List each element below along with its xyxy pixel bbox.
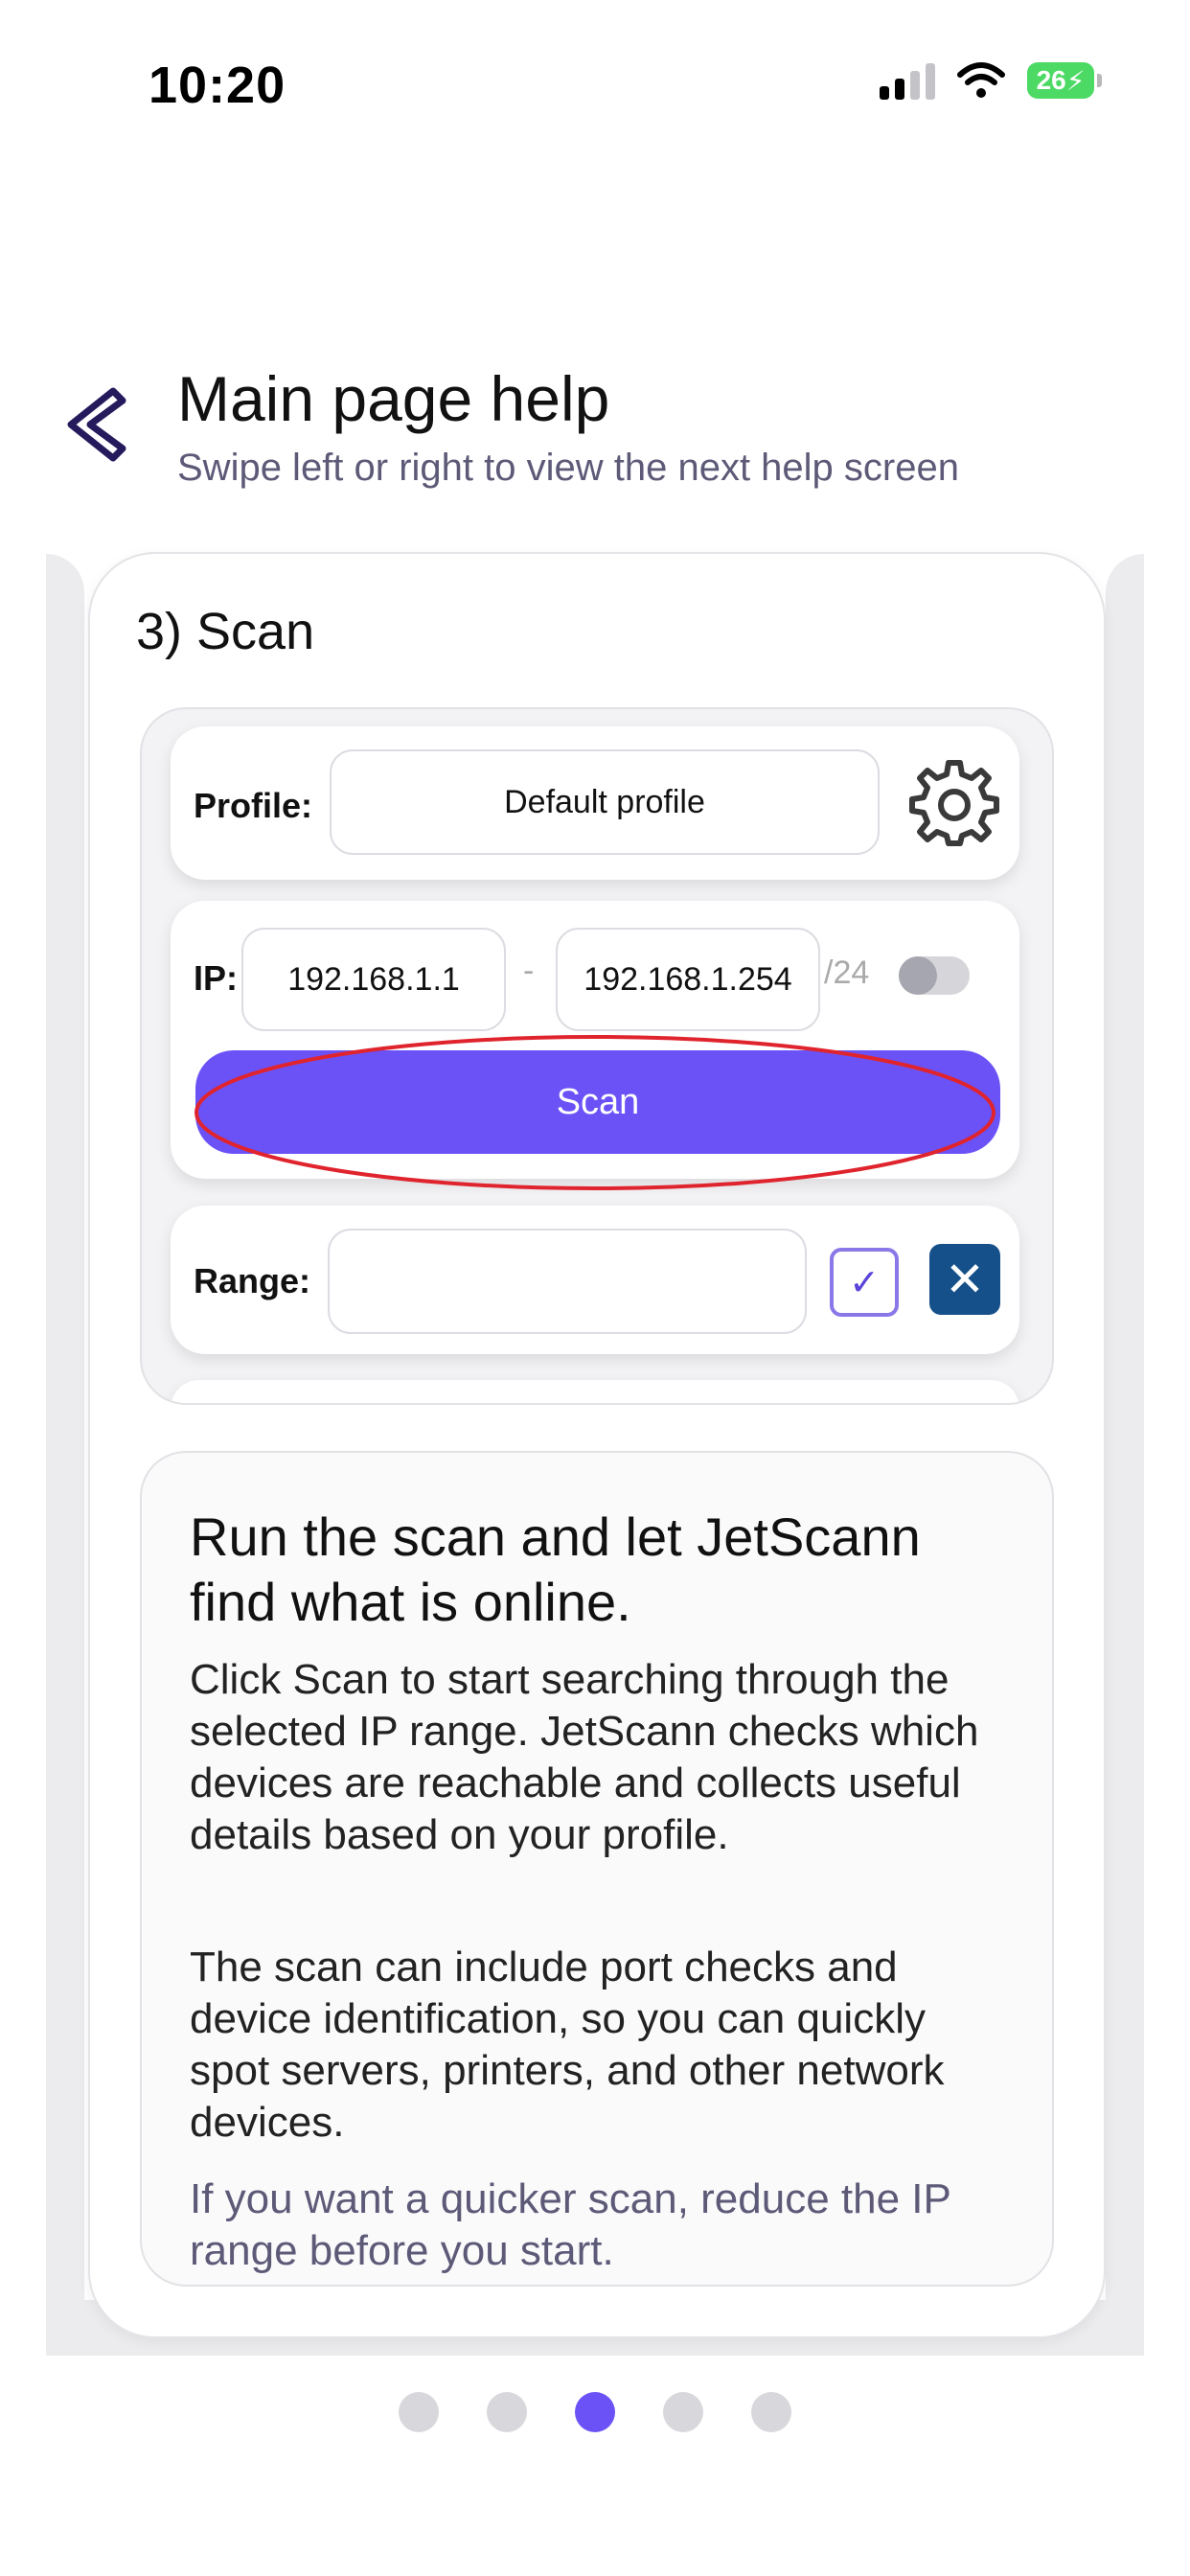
status-icons: 26 ⚡ (880, 61, 1102, 100)
description-panel: Run the scan and let JetScann find what … (140, 1451, 1054, 2287)
cidr-toggle[interactable] (899, 956, 970, 995)
page-dot[interactable] (399, 2392, 439, 2432)
toggle-knob (899, 956, 937, 995)
signal-icon (880, 61, 935, 100)
profile-label: Profile: (194, 786, 313, 825)
wifi-icon (957, 62, 1005, 98)
next-row-partial (171, 1380, 1019, 1403)
ip-end-input[interactable]: 192.168.1.254 (556, 928, 820, 1031)
profile-select[interactable]: Default profile (330, 749, 880, 855)
ip-start-input[interactable]: 192.168.1.1 (241, 928, 506, 1031)
gear-icon[interactable] (908, 755, 1000, 847)
description-paragraph: If you want a quicker scan, reduce the I… (190, 2175, 951, 2274)
battery-level: 26 (1036, 65, 1066, 95)
page-title: Main page help (177, 363, 610, 434)
page-subtitle: Swipe left or right to view the next hel… (177, 447, 959, 489)
description-heading: Run the scan and let JetScann find what … (190, 1506, 921, 1632)
page-dot[interactable] (487, 2392, 527, 2432)
previous-help-card-peek[interactable] (46, 554, 84, 2356)
page-dot[interactable] (663, 2392, 703, 2432)
help-card-title: 3) Scan (136, 603, 315, 660)
scan-preview-panel: Profile: Default profile IP: 192.168.1.1… (140, 707, 1054, 1405)
range-input[interactable] (328, 1229, 807, 1334)
description-paragraph: The scan can include port checks and dev… (190, 1944, 945, 2146)
ip-range-separator: - (523, 953, 535, 989)
battery-icon: 26 ⚡ (1027, 62, 1102, 99)
cidr-label: /24 (824, 954, 870, 991)
close-icon: ✕ (945, 1253, 985, 1306)
description-paragraph: Click Scan to start searching through th… (190, 1656, 979, 1858)
next-help-card-peek[interactable] (1106, 554, 1144, 2356)
confirm-checkbox[interactable]: ✓ (830, 1248, 899, 1317)
page-dot-active[interactable] (575, 2392, 615, 2432)
range-row: Range: ✓ ✕ (171, 1206, 1019, 1354)
back-chevron-icon[interactable] (57, 381, 134, 468)
scan-button[interactable]: Scan (195, 1050, 1000, 1154)
check-icon: ✓ (849, 1262, 880, 1303)
range-label: Range: (194, 1261, 311, 1300)
page-indicator (0, 2392, 1190, 2432)
ip-label: IP: (194, 958, 239, 998)
status-time: 10:20 (149, 57, 286, 114)
profile-row: Profile: Default profile (171, 726, 1019, 880)
page-dot[interactable] (751, 2392, 791, 2432)
clear-range-button[interactable]: ✕ (929, 1244, 1000, 1315)
ip-row: IP: 192.168.1.1 - 192.168.1.254 /24 Scan (171, 901, 1019, 1179)
